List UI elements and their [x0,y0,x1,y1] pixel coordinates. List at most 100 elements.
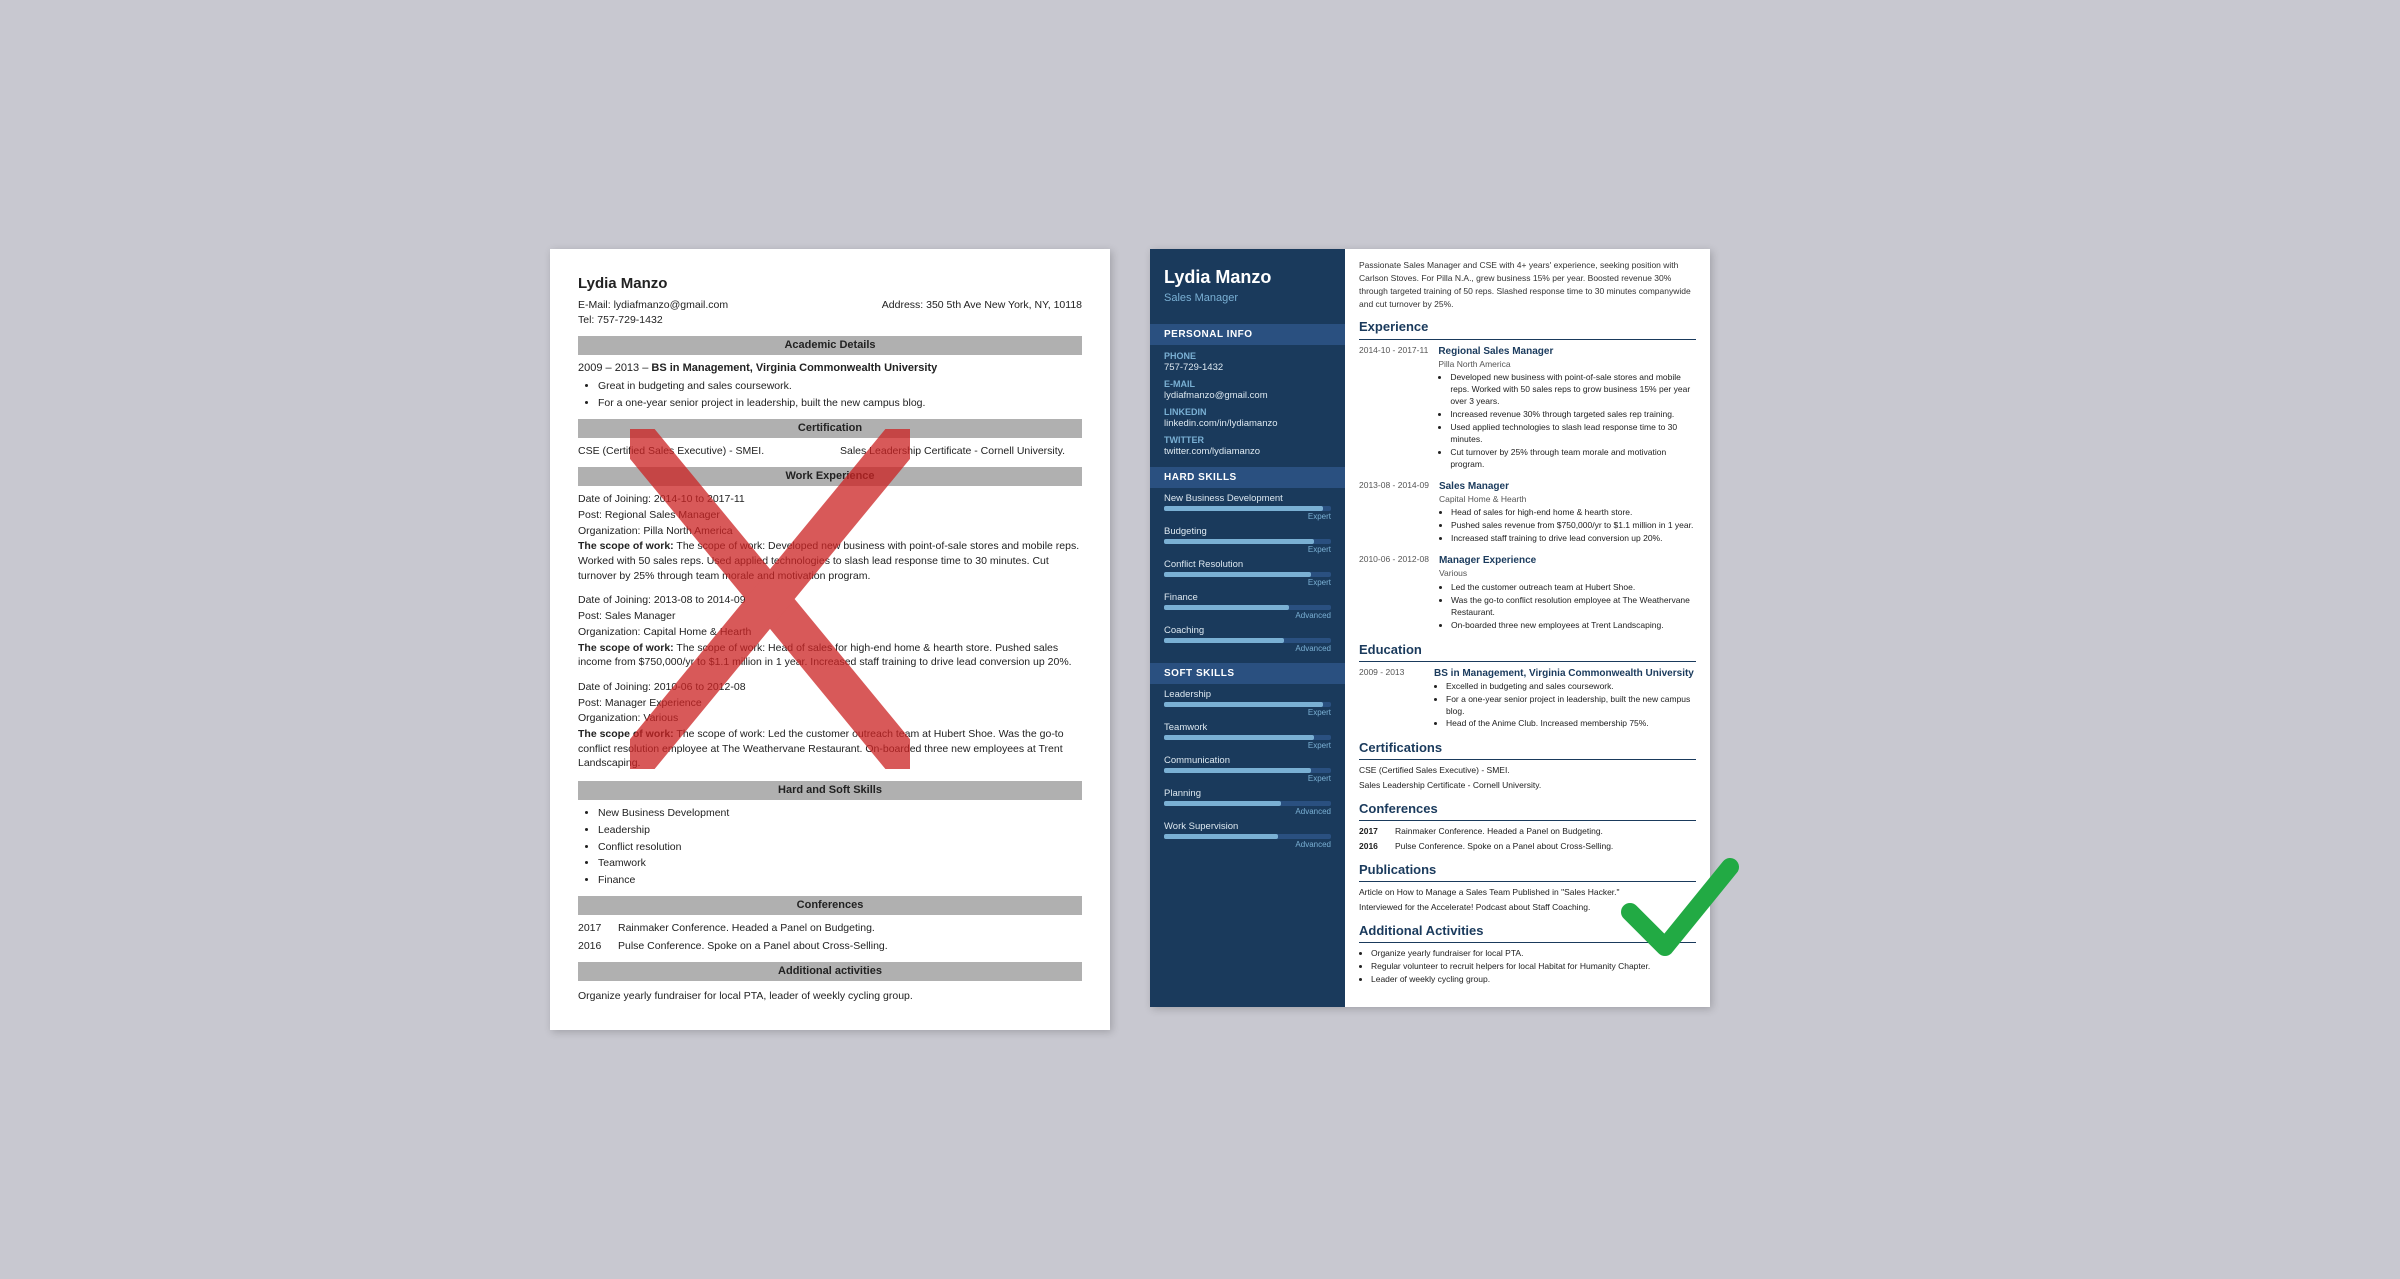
email-label: E-Mail: [578,299,611,311]
soft-skill-bar-fill-2 [1164,768,1311,773]
soft-skill-3: Planning Advanced [1150,783,1345,816]
edu-bullet-1: Great in budgeting and sales coursework. [598,379,1082,394]
conf1-text: Rainmaker Conference. Headed a Panel on … [618,921,875,936]
education-entry: 2009 – 2013 – BS in Management, Virginia… [578,361,1082,411]
soft-skill-label-0: Leadership [1164,689,1331,700]
work2-post: Post: Sales Manager [578,609,1082,624]
sidebar: Lydia Manzo Sales Manager Personal Info … [1150,249,1345,1007]
exp-title-1: Sales Manager [1439,480,1696,494]
right-wrapper: Lydia Manzo Sales Manager Personal Info … [1150,249,1710,1007]
soft-skill-bar-bg-4 [1164,834,1331,839]
activity-item-1: Regular volunteer to recruit helpers for… [1371,961,1696,973]
exp-header-1: 2013-08 - 2014-09 Sales Manager Capital … [1359,480,1696,547]
conf-text-0: Rainmaker Conference. Headed a Panel on … [1395,826,1603,838]
left-name: Lydia Manzo [578,273,1082,294]
exp-entry-1: 2013-08 - 2014-09 Sales Manager Capital … [1359,480,1696,547]
work3-post: Post: Manager Experience [578,696,1082,711]
hard-skill-label-4: Coaching [1164,625,1331,636]
certifications-container: CSE (Certified Sales Executive) - SMEI. S… [1359,765,1696,792]
hard-skill-4: Coaching Advanced [1150,620,1345,653]
hard-skill-bar-fill-3 [1164,605,1289,610]
hard-skill-level-2: Expert [1164,578,1331,587]
exp-bullet: Head of sales for high-end home & hearth… [1451,507,1696,519]
edu-entry-0: 2009 - 2013 BS in Management, Virginia C… [1359,667,1696,732]
exp-bullet: Was the go-to conflict resolution employ… [1451,595,1696,619]
exp-bullet: Used applied technologies to slash lead … [1450,422,1696,446]
soft-skills-section: Soft Skills [1150,663,1345,684]
experience-section: Experience [1359,318,1696,339]
exp-company-2: Various [1439,568,1696,580]
conf-section-bar: Conferences [578,896,1082,915]
skills-list: New Business Development Leadership Conf… [578,806,1082,887]
exp-bullet: Pushed sales revenue from $750,000/yr to… [1451,520,1696,532]
phone-info: Phone 757-729-1432 [1150,345,1345,373]
twitter-info: Twitter twitter.com/lydiamanzo [1150,429,1345,457]
conf-text-1: Pulse Conference. Spoke on a Panel about… [1395,841,1613,853]
conf1-year: 2017 [578,921,606,936]
work-entry-1: Date of Joining: 2014-10 to 2017-11 Post… [578,492,1082,583]
personal-info-section: Personal Info [1150,324,1345,345]
skill-4: Teamwork [598,856,1082,871]
hard-skill-2: Conflict Resolution Expert [1150,554,1345,587]
work3-dates: Date of Joining: 2010-06 to 2012-08 [578,680,1082,695]
exp-bullet: Increased staff training to drive lead c… [1451,533,1696,545]
hard-skill-label-0: New Business Development [1164,493,1331,504]
hard-skill-level-1: Expert [1164,545,1331,554]
education-section: Education [1359,641,1696,662]
soft-skill-1: Teamwork Expert [1150,717,1345,750]
edu-bullets-0: Excelled in budgeting and sales coursewo… [1434,681,1696,731]
edu-bullets: Great in budgeting and sales coursework.… [578,379,1082,410]
cert-line-0: CSE (Certified Sales Executive) - SMEI. [1359,765,1696,777]
work1-scope: The scope of work: The scope of work: De… [578,539,1082,583]
work2-org: Organization: Capital Home & Hearth [578,625,1082,640]
soft-skill-bar-bg-1 [1164,735,1331,740]
exp-right-0: Regional Sales Manager Pilla North Ameri… [1438,345,1696,472]
exp-right-2: Manager Experience Various Led the custo… [1439,554,1696,632]
hard-skill-level-0: Expert [1164,512,1331,521]
resume-right: Lydia Manzo Sales Manager Personal Info … [1150,249,1710,1007]
edu-dates: 2009 – 2013 [578,362,639,374]
summary: Passionate Sales Manager and CSE with 4+… [1359,259,1696,310]
work2-dates: Date of Joining: 2013-08 to 2014-09 [578,593,1082,608]
linkedin-info: LinkedIn linkedin.com/in/lydiamanzo [1150,401,1345,429]
cert-line-1: Sales Leadership Certificate - Cornell U… [1359,780,1696,792]
hard-skill-level-3: Advanced [1164,611,1331,620]
hard-skill-bar-bg-4 [1164,638,1331,643]
hard-skill-bar-bg-0 [1164,506,1331,511]
cert-item-2: Sales Leadership Certificate - Cornell U… [840,444,1082,459]
soft-skill-label-3: Planning [1164,788,1331,799]
hard-skill-1: Budgeting Expert [1150,521,1345,554]
address-value: 350 5th Ave New York, NY, 10118 [926,299,1082,311]
work2-scope: The scope of work: The scope of work: He… [578,641,1082,670]
activities-section: Additional Activities [1359,922,1696,943]
soft-skill-2: Communication Expert [1150,750,1345,783]
linkedin-label: LinkedIn [1164,407,1331,417]
conf-2: 2016 Pulse Conference. Spoke on a Panel … [578,939,1082,954]
conferences-container: 2017Rainmaker Conference. Headed a Panel… [1359,826,1696,853]
work3-org: Organization: Various [578,711,1082,726]
soft-skill-bar-fill-1 [1164,735,1314,740]
exp-header-2: 2010-06 - 2012-08 Manager Experience Var… [1359,554,1696,632]
exp-bullet: Led the customer outreach team at Hubert… [1451,582,1696,594]
work1-org: Organization: Pilla North America [578,524,1082,539]
tel-label: Tel: [578,314,594,326]
exp-title-2: Manager Experience [1439,554,1696,568]
exp-bullets-2: Led the customer outreach team at Hubert… [1439,582,1696,632]
conf-right-entry-1: 2016Pulse Conference. Spoke on a Panel a… [1359,841,1696,853]
hard-skill-label-2: Conflict Resolution [1164,559,1331,570]
activities-text: Organize yearly fundraiser for local PTA… [578,987,1082,1006]
cert-section-bar: Certification [578,419,1082,438]
edu-degree: BS in Management, Virginia Commonwealth … [651,362,937,374]
address-label: Address: [882,299,923,311]
hard-skill-0: New Business Development Expert [1150,488,1345,521]
hard-skill-label-1: Budgeting [1164,526,1331,537]
soft-skill-4: Work Supervision Advanced [1150,816,1345,849]
soft-skills-container: Leadership Expert Teamwork Expert Commun… [1150,684,1345,849]
activities-section-bar: Additional activities [578,962,1082,981]
hard-skills-container: New Business Development Expert Budgetin… [1150,488,1345,653]
conf-right-entry-0: 2017Rainmaker Conference. Headed a Panel… [1359,826,1696,838]
exp-bullets-0: Developed new business with point-of-sal… [1438,372,1696,470]
edu-title-0: BS in Management, Virginia Commonwealth … [1434,667,1696,681]
hard-skill-bar-fill-4 [1164,638,1284,643]
soft-skill-label-4: Work Supervision [1164,821,1331,832]
